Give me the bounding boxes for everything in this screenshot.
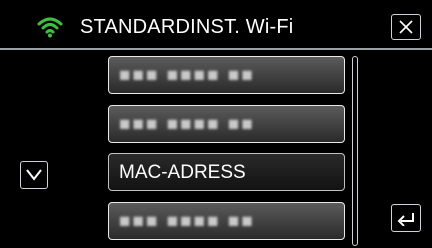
close-button[interactable] (391, 14, 421, 40)
scroll-down-button[interactable] (20, 161, 48, 189)
return-arrow-icon (397, 213, 414, 226)
page-title: STANDARDINST. Wi-Fi (80, 16, 294, 38)
list-item[interactable]: ■■■ ■■■■ ■■ (108, 105, 345, 143)
chevron-down-icon (26, 169, 42, 181)
item-label: ■■■ ■■■■ ■■ (119, 114, 255, 135)
header-bar: STANDARDINST. Wi-Fi (0, 0, 432, 50)
item-label: ■■■ ■■■■ ■■ (119, 65, 255, 86)
scrollbar[interactable] (352, 56, 358, 246)
back-button[interactable] (391, 204, 421, 232)
wifi-icon (37, 17, 63, 38)
item-label: MAC-ADRESS (119, 162, 246, 183)
item-label: ■■■ ■■■■ ■■ (119, 211, 255, 232)
list-item[interactable]: ■■■ ■■■■ ■■ (108, 56, 345, 94)
settings-screen: STANDARDINST. Wi-Fi ■■■ ■■■■ ■■ ■■■ ■■■■… (0, 0, 432, 248)
close-icon (399, 20, 413, 34)
list-item-mac-address[interactable]: MAC-ADRESS (108, 153, 345, 191)
list-item[interactable]: ■■■ ■■■■ ■■ (108, 202, 345, 240)
